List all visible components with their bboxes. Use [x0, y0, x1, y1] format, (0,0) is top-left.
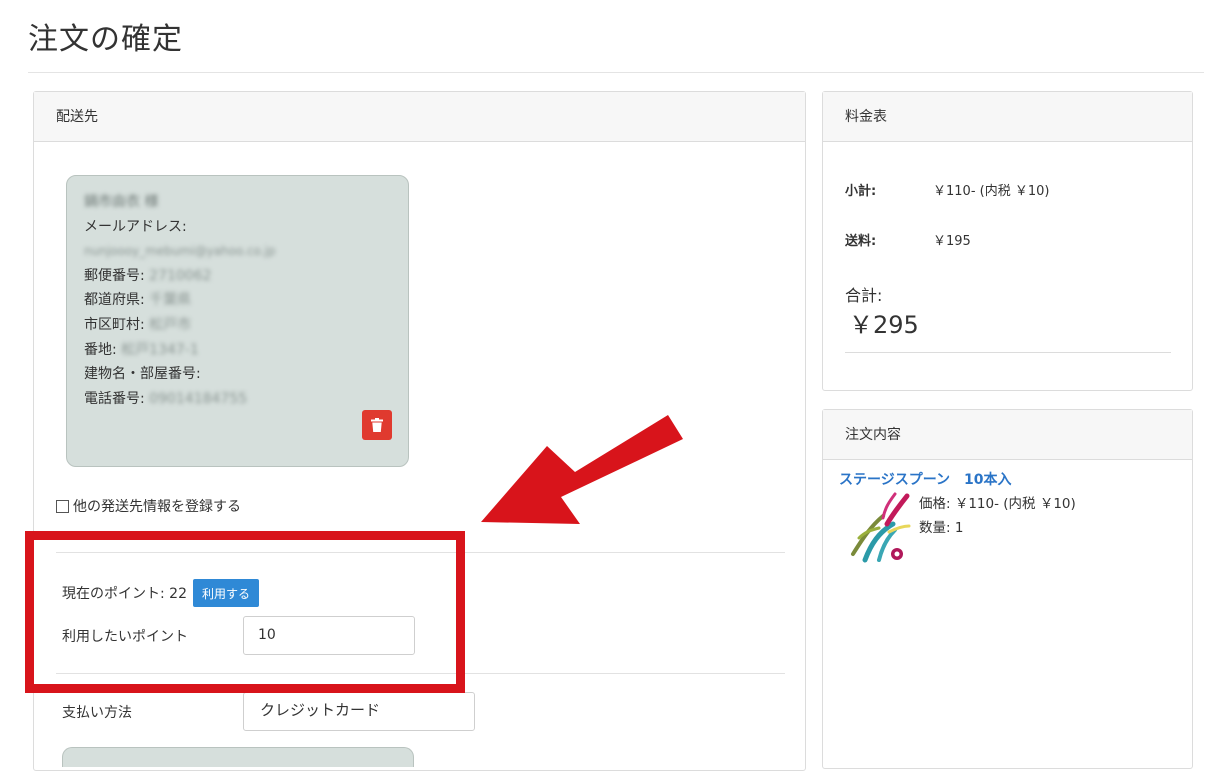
- payment-card-preview: [62, 747, 414, 767]
- annotation-arrow: [481, 415, 683, 524]
